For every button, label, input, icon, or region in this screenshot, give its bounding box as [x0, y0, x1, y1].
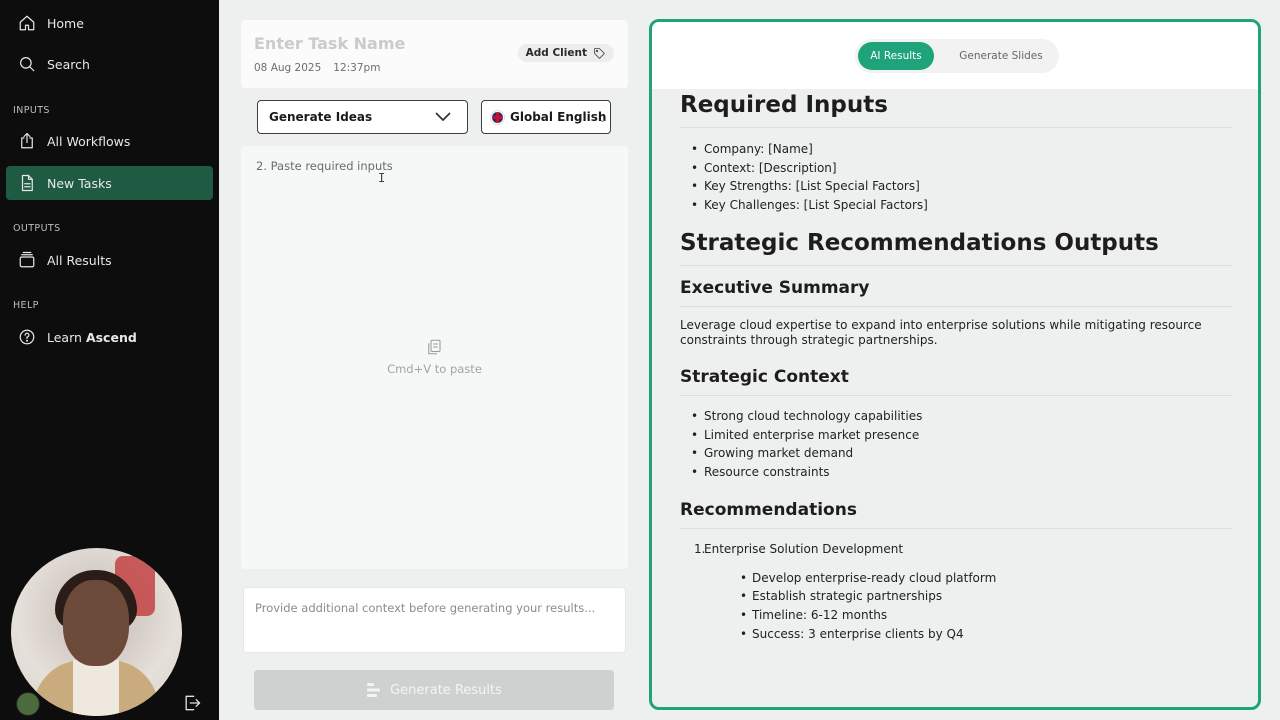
sidebar-item-all-workflows[interactable]: All Workflows [6, 124, 213, 158]
list-item: Limited enterprise market presence [680, 426, 1232, 445]
archive-icon [18, 251, 36, 269]
sidebar-item-label-brand: Ascend [85, 329, 137, 345]
language-select-value: Global English [510, 110, 607, 124]
sidebar-item-label: All Workflows [47, 133, 131, 149]
uk-flag-icon [491, 110, 504, 124]
document-icon [18, 174, 36, 192]
sidebar-item-label: New Tasks [47, 175, 112, 191]
section-label-outputs: OUTPUTS [13, 223, 61, 234]
sidebar-item-label: All Results [47, 252, 112, 268]
heading-outputs: Strategic Recommendations Outputs [680, 230, 1232, 266]
list-item: Resource constraints [680, 463, 1232, 482]
recommendation-item: 1. Enterprise Solution Development Devel… [680, 540, 1232, 644]
task-time: 12:37pm [333, 62, 381, 74]
task-header: Enter Task Name 08 Aug 2025 12:37pm Add C… [241, 20, 628, 88]
sidebar-item-all-results[interactable]: All Results [6, 243, 213, 277]
sidebar-item-label: Search [47, 56, 90, 72]
language-select[interactable]: Global English ⌄ [481, 100, 611, 134]
section-label-help: HELP [13, 300, 39, 311]
required-inputs-list: Company: [Name] Context: [Description] K… [680, 140, 1232, 215]
search-icon [18, 55, 36, 73]
sidebar-item-new-tasks[interactable]: New Tasks [6, 166, 213, 200]
recommendation-subitems: Develop enterprise-ready cloud platform … [704, 569, 1232, 644]
list-item: Establish strategic partnerships [704, 587, 1232, 606]
sidebar-item-learn-ascend[interactable]: Learn Ascend [6, 320, 213, 354]
list-item: Company: [Name] [680, 140, 1232, 159]
list-item: Timeline: 6-12 months [704, 606, 1232, 625]
recommendation-number: 1. [694, 541, 706, 556]
add-client-button[interactable]: Add Client [517, 44, 614, 62]
results-view-toggle: AI Results Generate Slides [855, 39, 1059, 73]
home-icon [18, 14, 36, 32]
results-panel: AI Results Generate Slides Required Inpu… [649, 19, 1261, 710]
help-circle-icon [18, 328, 36, 346]
webcam-overlay [11, 548, 182, 716]
list-item: Context: [Description] [680, 159, 1232, 178]
list-item: Success: 3 enterprise clients by Q4 [704, 625, 1232, 644]
heading-strategic-context: Strategic Context [680, 367, 1232, 396]
workflow-select[interactable]: Generate Ideas [257, 100, 468, 134]
paste-input-area[interactable]: 2. Paste required inputs I Cmd+V to past… [241, 146, 628, 569]
paste-label: 2. Paste required inputs [256, 159, 393, 173]
generate-results-button[interactable]: Generate Results [254, 670, 614, 710]
chevron-down-icon [435, 112, 451, 122]
additional-context-input[interactable]: Provide additional context before genera… [243, 587, 626, 653]
generate-results-label: Generate Results [390, 682, 502, 698]
heading-recommendations: Recommendations [680, 500, 1232, 529]
recommendations-list: 1. Enterprise Solution Development Devel… [680, 540, 1232, 644]
list-item: Strong cloud technology capabilities [680, 407, 1232, 426]
tag-icon [594, 47, 605, 59]
add-client-label: Add Client [525, 47, 587, 59]
list-item: Key Strengths: [List Special Factors] [680, 177, 1232, 196]
results-content: Required Inputs Company: [Name] Context:… [680, 92, 1232, 643]
clipboard-icon [425, 338, 443, 356]
task-date: 08 Aug 2025 [254, 62, 322, 74]
strategic-context-list: Strong cloud technology capabilities Lim… [680, 407, 1232, 482]
list-item: Growing market demand [680, 444, 1232, 463]
tab-generate-slides[interactable]: Generate Slides [947, 42, 1055, 70]
task-name-input[interactable]: Enter Task Name [254, 34, 405, 53]
paste-hint: Cmd+V to paste [387, 362, 482, 376]
list-item: Develop enterprise-ready cloud platform [704, 569, 1232, 588]
share-upload-icon [18, 132, 36, 150]
sidebar-item-label: Learn [47, 329, 82, 345]
section-label-inputs: INPUTS [13, 105, 50, 116]
task-timestamp: 08 Aug 2025 12:37pm [254, 62, 380, 74]
sidebar: Home Search INPUTS All Workflows New Tas… [0, 0, 219, 720]
results-toolbar: AI Results Generate Slides [652, 22, 1258, 89]
sidebar-item-label: Home [47, 15, 84, 31]
logout-icon[interactable] [182, 693, 202, 713]
avatar[interactable] [16, 692, 40, 716]
chevron-down-icon: ⌄ [599, 115, 606, 124]
heading-required-inputs: Required Inputs [680, 92, 1232, 128]
list-item: Key Challenges: [List Special Factors] [680, 196, 1232, 215]
executive-summary-text: Leverage cloud expertise to expand into … [680, 317, 1202, 348]
sidebar-item-home[interactable]: Home [6, 6, 213, 40]
tab-ai-results[interactable]: AI Results [858, 42, 934, 70]
workflow-select-value: Generate Ideas [269, 110, 373, 124]
sidebar-item-search[interactable]: Search [6, 47, 213, 81]
recommendation-title: Enterprise Solution Development [704, 541, 904, 556]
text-cursor-icon: I [378, 171, 386, 185]
heading-executive-summary: Executive Summary [680, 278, 1232, 307]
generate-icon [367, 683, 381, 697]
